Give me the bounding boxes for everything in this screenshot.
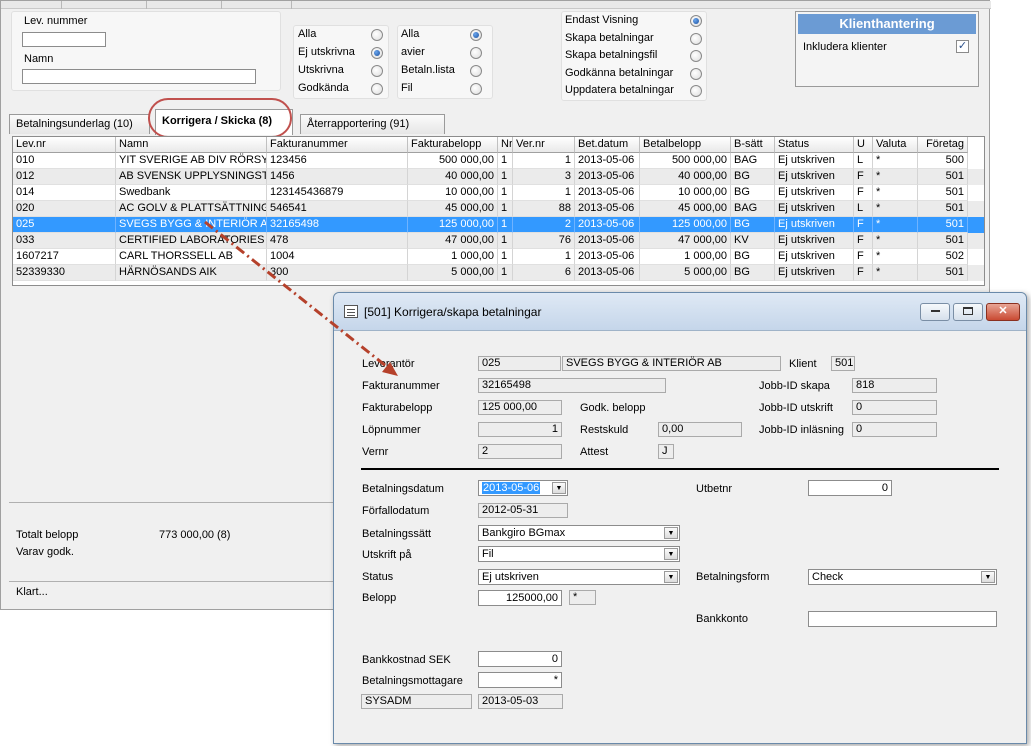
arrow-line [204,220,392,372]
annotation-arrow [204,220,398,376]
